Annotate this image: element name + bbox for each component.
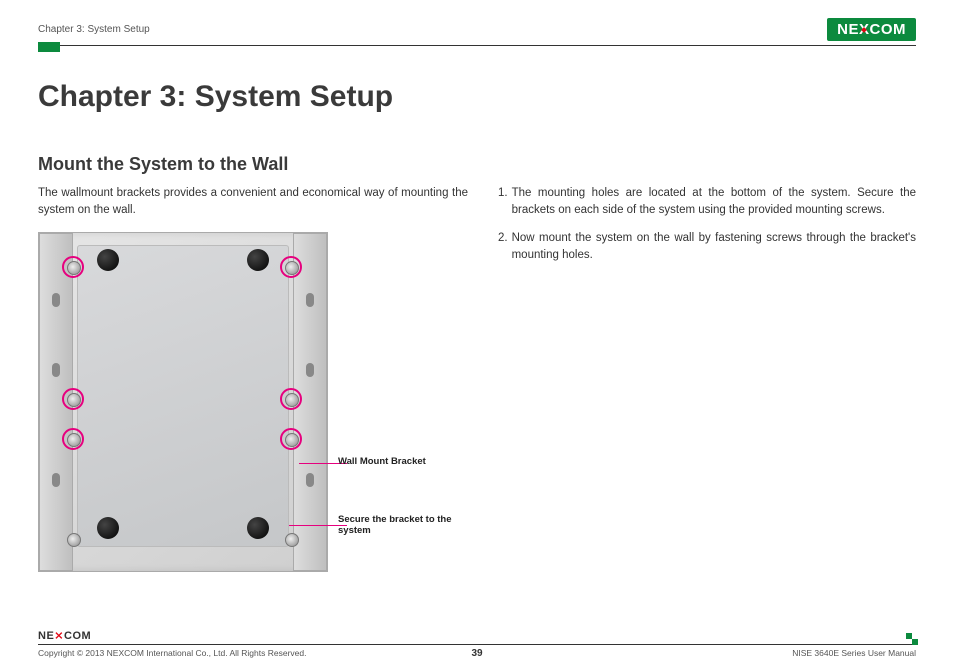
callout-secure: Secure the bracket to the system bbox=[338, 514, 458, 536]
mount-hole-icon bbox=[306, 473, 314, 487]
manual-name: NISE 3640E Series User Manual bbox=[792, 648, 916, 658]
figure-callouts: Wall Mount Bracket Secure the bracket to… bbox=[338, 232, 468, 572]
page-number: 39 bbox=[471, 648, 482, 659]
highlight-ring-icon bbox=[280, 428, 302, 450]
list-item: 1. The mounting holes are located at the… bbox=[498, 185, 916, 218]
left-column: The wallmount brackets provides a conven… bbox=[38, 185, 468, 572]
highlight-ring-icon bbox=[62, 388, 84, 410]
brand-logo: NEXCOM bbox=[827, 18, 916, 41]
list-item: 2. Now mount the system on the wall by f… bbox=[498, 230, 916, 263]
mount-hole-icon bbox=[306, 363, 314, 377]
breadcrumb: Chapter 3: System Setup bbox=[38, 24, 150, 35]
right-column: 1. The mounting holes are located at the… bbox=[498, 185, 916, 572]
step-list: 1. The mounting holes are located at the… bbox=[498, 185, 916, 264]
step-text: The mounting holes are located at the bo… bbox=[512, 185, 916, 218]
step-text: Now mount the system on the wall by fast… bbox=[512, 230, 916, 263]
system-plate-icon bbox=[77, 245, 289, 547]
mount-hole-icon bbox=[52, 363, 60, 377]
callout-bracket: Wall Mount Bracket bbox=[338, 456, 426, 467]
highlight-ring-icon bbox=[62, 256, 84, 278]
section-heading: Mount the System to the Wall bbox=[38, 154, 916, 175]
corner-accent-icon bbox=[906, 633, 918, 645]
footer-brand-logo: NE⨯COM bbox=[38, 629, 91, 642]
page-title: Chapter 3: System Setup bbox=[38, 80, 916, 114]
step-number: 2. bbox=[498, 230, 508, 263]
accent-block-icon bbox=[38, 42, 60, 52]
highlight-ring-icon bbox=[62, 428, 84, 450]
mount-hole-icon bbox=[306, 293, 314, 307]
page-header: Chapter 3: System Setup NEXCOM bbox=[38, 18, 916, 46]
intro-text: The wallmount brackets provides a conven… bbox=[38, 185, 468, 218]
figure-container: Wall Mount Bracket Secure the bracket to… bbox=[38, 232, 468, 572]
step-number: 1. bbox=[498, 185, 508, 218]
mount-hole-icon bbox=[52, 293, 60, 307]
wallmount-figure bbox=[38, 232, 328, 572]
page-footer: NE⨯COM Copyright © 2013 NEXCOM Internati… bbox=[38, 644, 916, 658]
highlight-ring-icon bbox=[280, 388, 302, 410]
highlight-ring-icon bbox=[280, 256, 302, 278]
content-area: The wallmount brackets provides a conven… bbox=[38, 185, 916, 572]
copyright-text: Copyright © 2013 NEXCOM International Co… bbox=[38, 648, 306, 658]
mount-hole-icon bbox=[52, 473, 60, 487]
